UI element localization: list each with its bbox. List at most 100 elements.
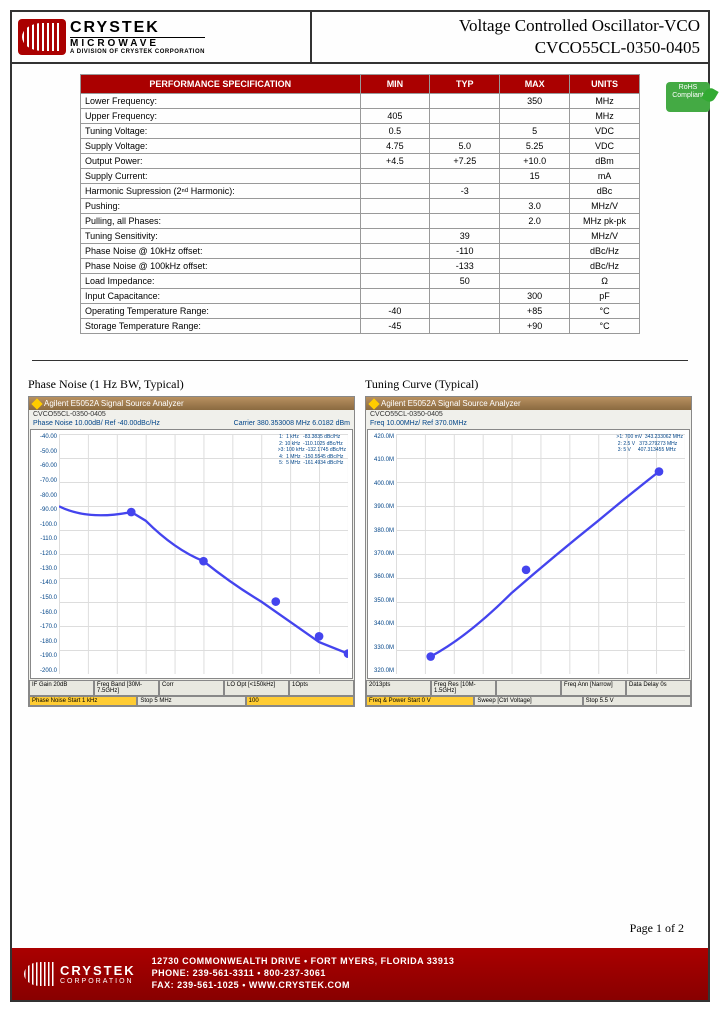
y-tick: -90.00 — [33, 507, 57, 513]
y-tick: -180.0 — [33, 639, 57, 645]
info-left: Freq 10.00MHz/ Ref 370.0MHz — [370, 420, 467, 427]
table-row: Phase Noise @ 100kHz offset:-133dBc/Hz — [81, 259, 640, 274]
y-tick: -70.00 — [33, 478, 57, 484]
footer-sub: CORPORATION — [60, 978, 136, 985]
table-row: Operating Temperature Range:-40+85°C — [81, 304, 640, 319]
logo-text: CRYSTEK MICROWAVE A DIVISION OF CRYSTEK … — [70, 19, 205, 55]
logo-box: CRYSTEK MICROWAVE A DIVISION OF CRYSTEK … — [12, 12, 312, 62]
table-row: Tuning Sensitivity:39MHz/V — [81, 229, 640, 244]
table-row: Harmonic Supression (2ⁿᵈ Harmonic):-3dBc — [81, 184, 640, 199]
footer-arcs-icon — [24, 962, 56, 986]
y-tick: 390.0M — [370, 504, 394, 510]
y-tick: -80.00 — [33, 493, 57, 499]
cell — [500, 184, 570, 199]
rohs-line2: Compliant — [666, 92, 710, 100]
table-row: Phase Noise @ 10kHz offset:-110dBc/Hz — [81, 244, 640, 259]
cell: Harmonic Supression (2ⁿᵈ Harmonic): — [81, 184, 361, 199]
cell: Input Capacitance: — [81, 289, 361, 304]
plot-svg — [396, 434, 685, 723]
footer-contact: 12730 COMMONWEALTH DRIVE • FORT MYERS, F… — [152, 956, 455, 991]
cell: Pushing: — [81, 199, 361, 214]
cell: +4.5 — [360, 154, 430, 169]
footer-brand: CRYSTEK — [60, 963, 136, 978]
y-tick: 320.0M — [370, 668, 394, 674]
cell: dBm — [570, 154, 640, 169]
table-row: Upper Frequency:405MHz — [81, 109, 640, 124]
cell — [430, 319, 500, 334]
y-tick: 330.0M — [370, 645, 394, 651]
analyzer-info: Phase Noise 10.00dB/ Ref -40.00dBc/Hz Car… — [29, 419, 354, 428]
page-number: Page 1 of 2 — [630, 921, 684, 936]
cell: 350 — [500, 94, 570, 109]
chart-legend: 1: 1 kHz -83.3835 dBc/Hz 2: 10 kHz -110.… — [278, 434, 346, 467]
y-tick: 350.0M — [370, 598, 394, 604]
rohs-line1: RoHS — [666, 84, 710, 92]
analyzer-panel: Agilent E5052A Signal Source Analyzer CV… — [28, 396, 355, 707]
analyzer-info: Freq 10.00MHz/ Ref 370.0MHz — [366, 419, 691, 428]
cell — [360, 229, 430, 244]
spec-table: PERFORMANCE SPECIFICATIONMINTYPMAXUNITS … — [80, 74, 640, 334]
cell: MHz — [570, 109, 640, 124]
cell: Phase Noise @ 10kHz offset: — [81, 244, 361, 259]
cell: VDC — [570, 139, 640, 154]
y-tick: -190.0 — [33, 653, 57, 659]
cell: -40 — [360, 304, 430, 319]
y-tick: 410.0M — [370, 457, 394, 463]
cell: MHz — [570, 94, 640, 109]
cell — [430, 169, 500, 184]
y-tick: -170.0 — [33, 624, 57, 630]
cell: 50 — [430, 274, 500, 289]
cell: 300 — [500, 289, 570, 304]
cell: 2.0 — [500, 214, 570, 229]
info-left: Phase Noise 10.00dB/ Ref -40.00dBc/Hz — [33, 420, 160, 427]
table-row: Input Capacitance:300pF — [81, 289, 640, 304]
table-row: Pushing:3.0MHz/V — [81, 199, 640, 214]
cell: Lower Frequency: — [81, 94, 361, 109]
cell — [360, 199, 430, 214]
cell: °C — [570, 319, 640, 334]
y-tick: 420.0M — [370, 434, 394, 440]
analyzer-panel: Agilent E5052A Signal Source Analyzer CV… — [365, 396, 692, 707]
cell: Upper Frequency: — [81, 109, 361, 124]
col-header: TYP — [430, 75, 500, 94]
cell — [500, 109, 570, 124]
y-tick: -120.0 — [33, 551, 57, 557]
cell — [430, 289, 500, 304]
col-header: PERFORMANCE SPECIFICATION — [81, 75, 361, 94]
table-row: Supply Current:15mA — [81, 169, 640, 184]
cell: Storage Temperature Range: — [81, 319, 361, 334]
diamond-icon — [368, 398, 379, 409]
logo-sub: A DIVISION OF CRYSTEK CORPORATION — [70, 49, 205, 55]
plot-area: 420.0M410.0M400.0M390.0M380.0M370.0M360.… — [367, 429, 690, 679]
cell: Phase Noise @ 100kHz offset: — [81, 259, 361, 274]
cell — [360, 169, 430, 184]
cell — [500, 244, 570, 259]
table-row: Lower Frequency: 350MHz — [81, 94, 640, 109]
cell: 15 — [500, 169, 570, 184]
cell: Supply Voltage: — [81, 139, 361, 154]
phase-noise-chart: Phase Noise (1 Hz BW, Typical) Agilent E… — [28, 377, 355, 707]
diamond-icon — [31, 398, 42, 409]
y-tick: -160.0 — [33, 610, 57, 616]
cell: Supply Current: — [81, 169, 361, 184]
cell: MHz pk-pk — [570, 214, 640, 229]
info-right: Carrier 380.353008 MHz 6.0182 dBm — [234, 420, 350, 427]
y-tick: 380.0M — [370, 528, 394, 534]
header: CRYSTEK MICROWAVE A DIVISION OF CRYSTEK … — [12, 12, 708, 64]
cell — [360, 259, 430, 274]
cell: +10.0 — [500, 154, 570, 169]
cell — [360, 244, 430, 259]
cell — [360, 274, 430, 289]
title-box: Voltage Controlled Oscillator-VCO CVCO55… — [312, 12, 708, 62]
cell: dBc/Hz — [570, 244, 640, 259]
table-row: Load Impedance:50Ω — [81, 274, 640, 289]
cell: 5.25 — [500, 139, 570, 154]
cell — [430, 94, 500, 109]
cell: Tuning Voltage: — [81, 124, 361, 139]
cell: Tuning Sensitivity: — [81, 229, 361, 244]
cell: -3 — [430, 184, 500, 199]
logo-mid: MICROWAVE — [70, 37, 205, 49]
y-tick: -140.0 — [33, 580, 57, 586]
crystek-arcs-icon — [18, 19, 66, 55]
y-tick: -40.00 — [33, 434, 57, 440]
